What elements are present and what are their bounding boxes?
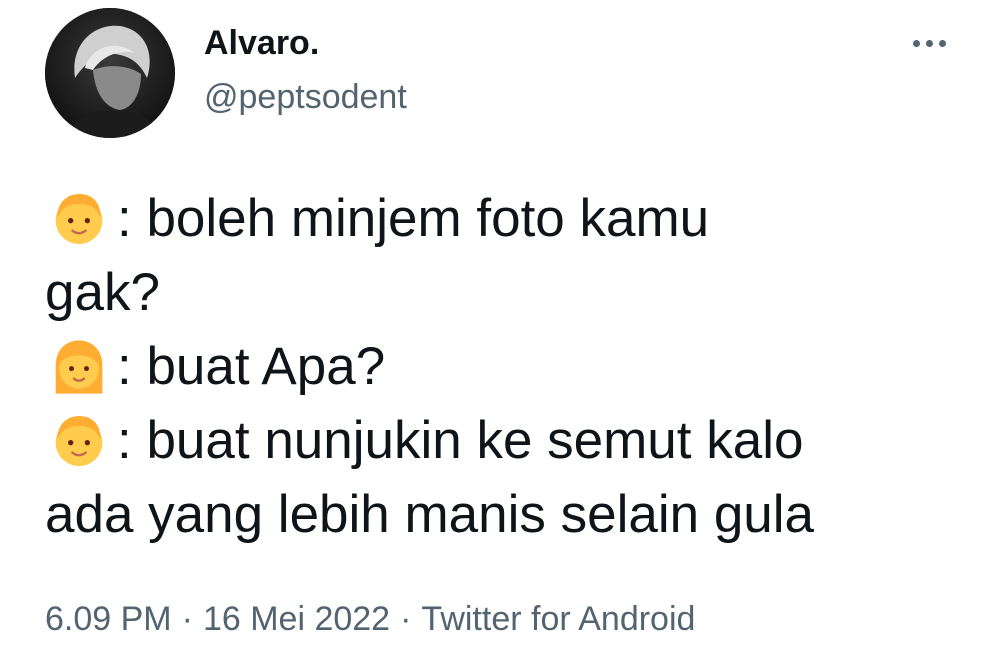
tweet-line-text: : boleh minjem foto kamu	[117, 189, 710, 248]
boy-face-emoji-icon	[45, 411, 117, 471]
tweet-line: ada yang lebih manis selain gula	[45, 478, 965, 552]
tweet-line: : buat Apa?	[45, 330, 965, 404]
avatar[interactable]	[45, 8, 175, 138]
tweet-card: Alvaro. @peptsodent : boleh minjem foto …	[0, 0, 1000, 666]
more-horizontal-icon	[938, 39, 946, 47]
more-options-button[interactable]	[904, 28, 954, 58]
tweet-text: : boleh minjem foto kamu gak? : buat Apa…	[45, 182, 965, 552]
boy-face-emoji-icon	[45, 189, 117, 249]
tweet-metadata: 6.09 PM · 16 Mei 2022 · Twitter for Android	[45, 597, 695, 641]
tweet-line: gak?	[45, 256, 965, 330]
tweet-time[interactable]: 6.09 PM	[45, 600, 172, 638]
tweet-date[interactable]: 16 Mei 2022	[203, 600, 390, 638]
display-name[interactable]: Alvaro.	[204, 22, 319, 64]
more-horizontal-icon	[912, 39, 920, 47]
tweet-line-text: : buat nunjukin ke semut kalo	[117, 411, 804, 470]
more-horizontal-icon	[925, 39, 933, 47]
tweet-line-text: ada yang lebih manis selain gula	[45, 485, 815, 544]
tweet-source-link[interactable]: Twitter for Android	[421, 600, 695, 638]
tweet-line-text: : buat Apa?	[117, 337, 386, 396]
profile-photo-icon	[45, 8, 175, 138]
meta-separator: ·	[181, 600, 193, 638]
tweet-line: : buat nunjukin ke semut kalo	[45, 404, 965, 478]
tweet-line: : boleh minjem foto kamu	[45, 182, 965, 256]
meta-separator: ·	[400, 600, 412, 638]
tweet-line-text: gak?	[45, 263, 160, 322]
girl-face-emoji-icon	[45, 337, 117, 397]
user-handle[interactable]: @peptsodent	[204, 76, 407, 118]
